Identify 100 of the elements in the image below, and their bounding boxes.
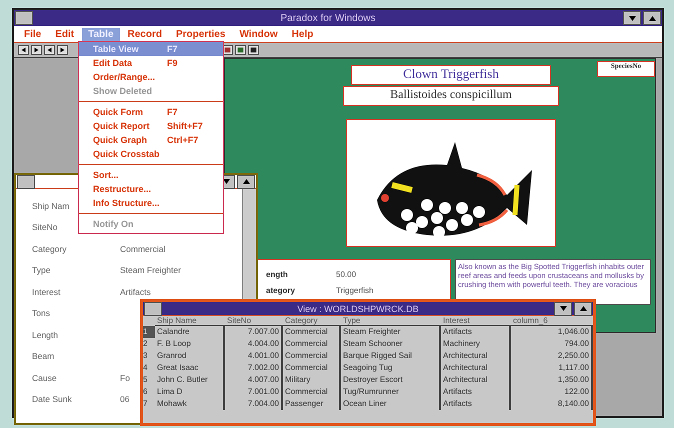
row-number: 3 <box>143 350 148 362</box>
menu-item[interactable]: Order/Range... <box>79 70 223 84</box>
table-cell: Commercial <box>283 338 341 350</box>
field-label: Category <box>32 244 66 254</box>
toolbar-icon[interactable] <box>235 45 246 55</box>
table-cell: F. B Loop <box>155 338 225 350</box>
table-cell: Architectural <box>441 350 511 362</box>
field-label: Tons <box>32 308 50 318</box>
window-title: Paradox for Windows <box>279 12 377 24</box>
system-menu-button[interactable] <box>144 302 162 316</box>
field-label: ength <box>266 270 288 279</box>
menu-item[interactable]: Restructure... <box>79 182 223 196</box>
table-cell: Ocean Liner <box>341 398 441 410</box>
field-value: 06 <box>120 394 130 404</box>
common-name-field: Clown Triggerfish <box>351 65 551 85</box>
menu-item[interactable]: Info Structure... <box>79 196 223 210</box>
system-menu-button[interactable] <box>15 11 33 25</box>
row-number: 6 <box>143 386 148 398</box>
maximize-button[interactable] <box>574 302 592 316</box>
row-number: 4 <box>143 362 148 374</box>
table-cell: Commercial <box>283 386 341 398</box>
menu-item[interactable]: Help <box>286 28 320 40</box>
field-label: SiteNo <box>32 222 58 232</box>
maximize-button[interactable] <box>643 11 661 25</box>
field-label: Length <box>32 330 58 340</box>
menu-item[interactable]: File <box>18 28 48 40</box>
column-header[interactable]: SiteNo <box>225 316 283 326</box>
table-cell: Commercial <box>283 350 341 362</box>
table-cell: 1,350.00 <box>511 374 593 386</box>
navigation-icon[interactable] <box>31 45 42 55</box>
system-menu-button[interactable] <box>17 174 35 188</box>
table-cell: 7.001.00 <box>225 386 283 398</box>
down-arrow-icon <box>628 16 636 20</box>
table-cell: 7.002.00 <box>225 362 283 374</box>
field-label: Type <box>32 265 50 276</box>
menu-item[interactable]: Edit <box>49 28 80 40</box>
menu-item[interactable]: Sort... <box>79 168 223 182</box>
table-cell: 4.004.00 <box>225 338 283 350</box>
up-arrow-icon <box>580 306 586 311</box>
table-cell: 2,250.00 <box>511 350 593 362</box>
field-label: Cause <box>32 372 57 383</box>
field-label: Ship Nam <box>32 200 70 211</box>
table-cell: Architectural <box>441 362 511 374</box>
maximize-button[interactable] <box>237 174 255 188</box>
field-value: Commercial <box>120 244 166 254</box>
table-cell: Passenger <box>283 398 341 410</box>
table-cell: 8,140.00 <box>511 398 593 410</box>
down-arrow-icon <box>560 306 566 311</box>
table-cell: Great Isaac <box>155 362 225 374</box>
field-value: Fo <box>120 372 130 383</box>
field-value: Steam Freighter <box>120 265 181 276</box>
table-cell: Steam Freighter <box>341 326 441 338</box>
menu-item[interactable]: Quick Graph Ctrl+F7 <box>79 133 223 147</box>
table-cell: 4.001.00 <box>225 350 283 362</box>
navigation-icon[interactable] <box>18 45 29 55</box>
table-cell: 4.007.00 <box>225 374 283 386</box>
column-header[interactable]: Type <box>341 316 441 326</box>
menu-item[interactable]: Edit Data F9 <box>79 56 223 70</box>
column-header[interactable]: column_6 <box>511 316 593 326</box>
window-title: View : WORLDSHPWRCK.DB <box>296 304 420 314</box>
column-header[interactable]: Interest <box>441 316 511 326</box>
menu-item[interactable]: Quick Form F7 <box>79 105 223 119</box>
up-arrow-icon <box>648 16 656 20</box>
row-number: 1 <box>143 326 155 338</box>
menu-item[interactable]: Record <box>122 28 168 40</box>
down-arrow-icon <box>222 179 230 184</box>
table-cell: Tug/Rumrunner <box>341 386 441 398</box>
column-header[interactable]: Ship Name <box>155 316 225 326</box>
scientific-name-field: Ballistoides conspicillum <box>343 86 559 106</box>
table-cell: Artifacts <box>441 326 511 338</box>
table-cell: Machinery <box>441 338 511 350</box>
table-cell: Granrod <box>155 350 225 362</box>
table-cell: Seagoing Tug <box>341 362 441 374</box>
table-cell: 7.007.00 <box>225 326 283 338</box>
minimize-button[interactable] <box>623 11 641 25</box>
table-cell: Architectural <box>441 374 511 386</box>
navigation-icon[interactable] <box>44 45 55 55</box>
row-number: 5 <box>143 374 148 386</box>
minimize-button[interactable] <box>554 302 572 316</box>
table-cell: Lima D <box>155 386 225 398</box>
toolbar-icon[interactable] <box>248 45 259 55</box>
field-label: Beam <box>32 351 54 362</box>
field-value: 50.00 <box>336 270 356 279</box>
menu-item[interactable]: Table View F7 <box>79 42 223 56</box>
field-value: Artifacts <box>120 286 151 297</box>
menu-item[interactable]: Quick Crosstab <box>79 147 223 161</box>
field-label: ategory <box>266 286 295 295</box>
menu-item[interactable]: Properties <box>170 28 232 40</box>
table-cell: Destroyer Escort <box>341 374 441 386</box>
table-cell: 794.00 <box>511 338 593 350</box>
column-header[interactable]: Category <box>283 316 341 326</box>
table-cell: John C. Butler <box>155 374 225 386</box>
menu-item[interactable]: Window <box>233 28 284 40</box>
table-cell: 1,046.00 <box>511 326 593 338</box>
menu-item[interactable]: Quick Report Shift+F7 <box>79 119 223 133</box>
table-cell: 7.004.00 <box>225 398 283 410</box>
table-cell: Commercial <box>283 362 341 374</box>
table-cell: Artifacts <box>441 386 511 398</box>
navigation-icon[interactable] <box>57 45 68 55</box>
table-cell: Commercial <box>283 326 341 338</box>
